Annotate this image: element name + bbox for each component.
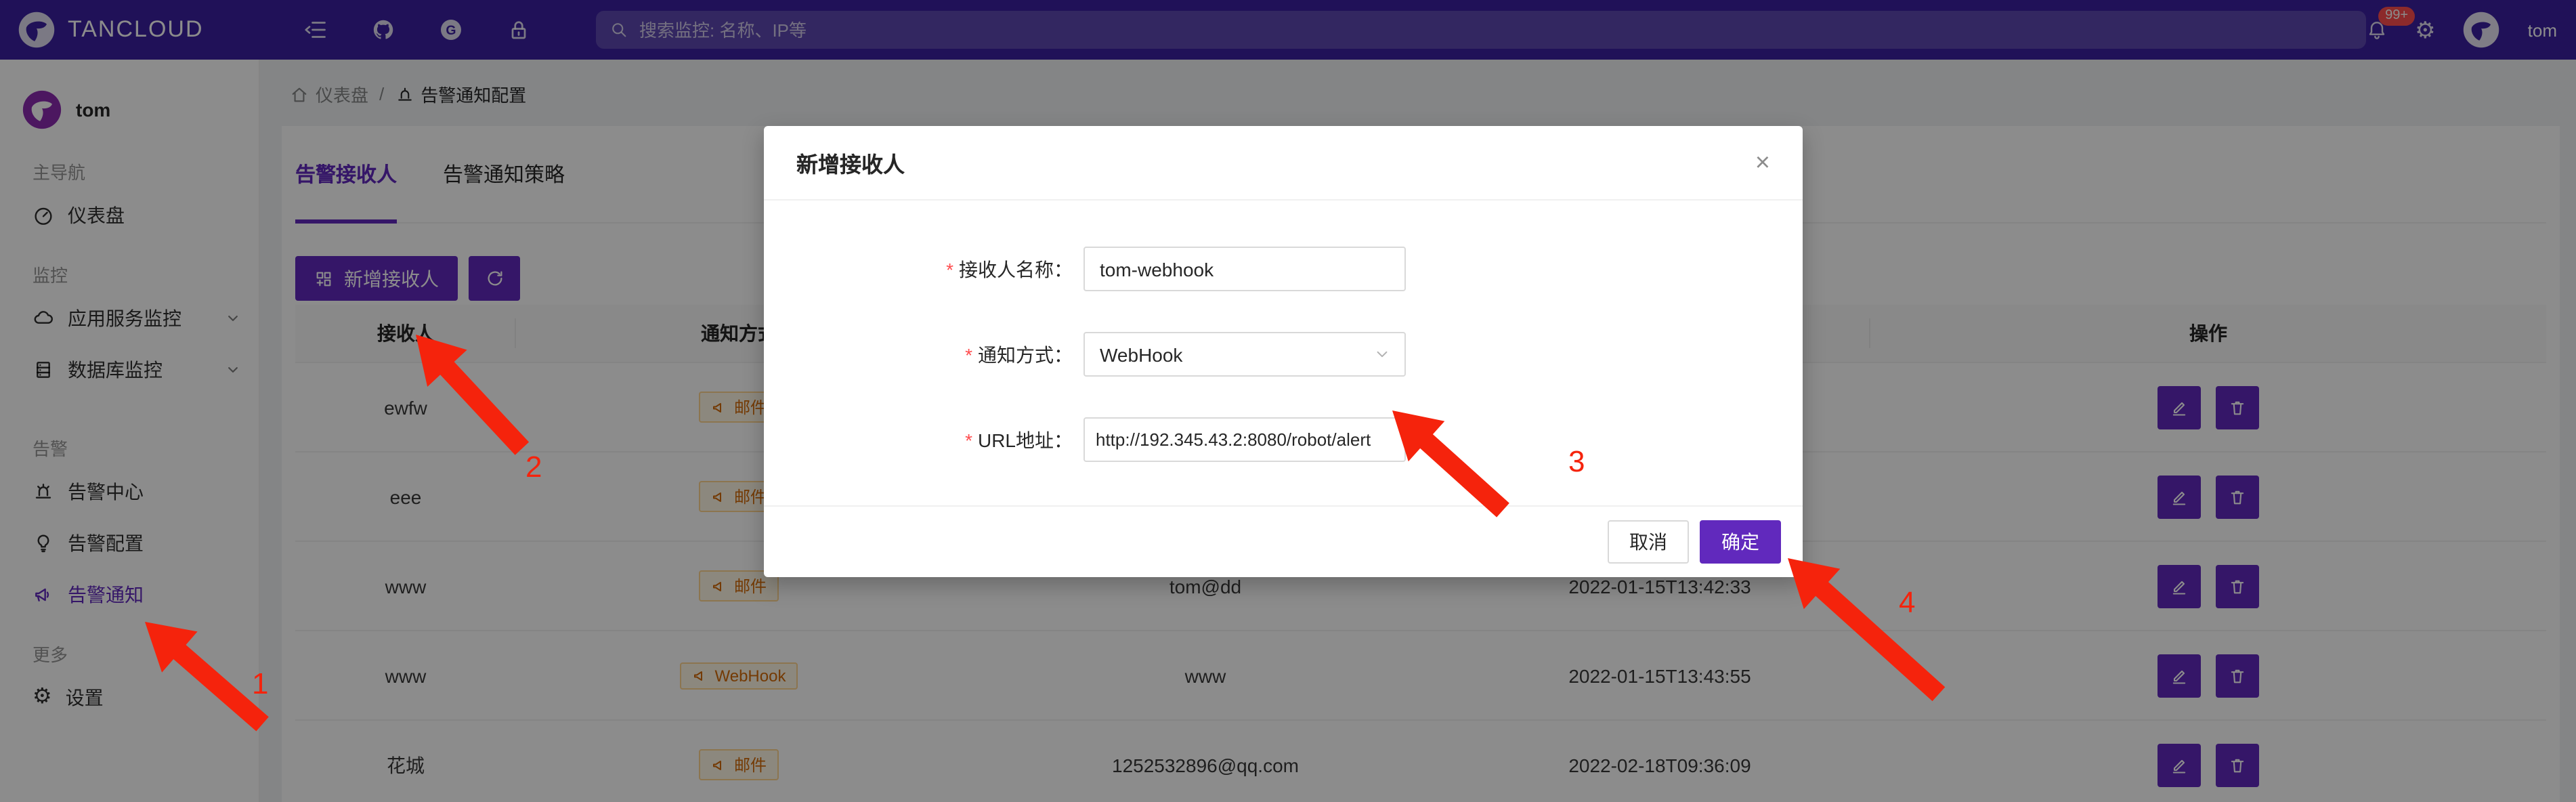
modal-body: *接收人名称： *通知方式： WebHook *URL地址： — [764, 200, 1803, 505]
field-label: *通知方式： — [764, 341, 1083, 368]
required-mark: * — [965, 429, 972, 450]
modal-title: 新增接收人 — [796, 146, 905, 179]
notify-method-select[interactable]: WebHook — [1083, 332, 1406, 377]
select-value: WebHook — [1100, 343, 1182, 365]
required-mark: * — [965, 343, 972, 365]
modal-header: 新增接收人 × — [764, 126, 1803, 200]
recipient-name-input[interactable] — [1083, 247, 1406, 291]
confirm-button[interactable]: 确定 — [1700, 520, 1781, 564]
close-icon[interactable]: × — [1755, 150, 1770, 175]
field-notify-method: *通知方式： WebHook — [764, 332, 1803, 377]
app-root: TANCLOUD G 99+ ⚙ — [0, 0, 2576, 802]
cancel-button[interactable]: 取消 — [1608, 520, 1689, 564]
field-recipient-name: *接收人名称： — [764, 247, 1803, 291]
add-recipient-modal: 新增接收人 × *接收人名称： *通知方式： WebHook *URL地址： 取… — [764, 126, 1803, 577]
chevron-down-icon — [1375, 347, 1390, 362]
field-url: *URL地址： — [764, 417, 1803, 462]
field-label: *URL地址： — [764, 426, 1083, 453]
url-input[interactable] — [1083, 417, 1406, 462]
field-label: *接收人名称： — [764, 255, 1083, 282]
modal-footer: 取消 确定 — [764, 505, 1803, 577]
required-mark: * — [946, 258, 953, 280]
